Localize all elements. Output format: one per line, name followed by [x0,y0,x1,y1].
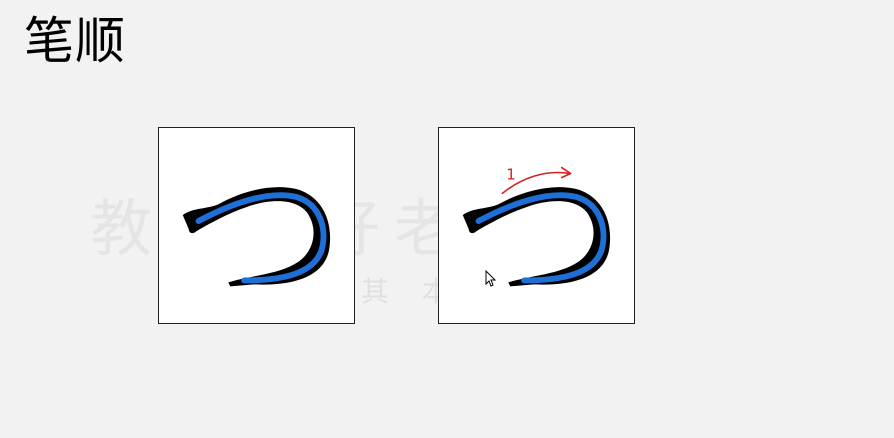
stroke-panel-annotated: 1 [438,127,635,324]
kana-tsu-stroke-figure-annotated: 1 [462,166,611,287]
stroke-number: 1 [506,166,515,183]
stroke-panel-plain [158,127,355,324]
kana-tsu-stroke-figure [182,187,331,287]
page-title: 笔顺 [24,12,126,70]
mouse-pointer-icon [485,270,497,287]
